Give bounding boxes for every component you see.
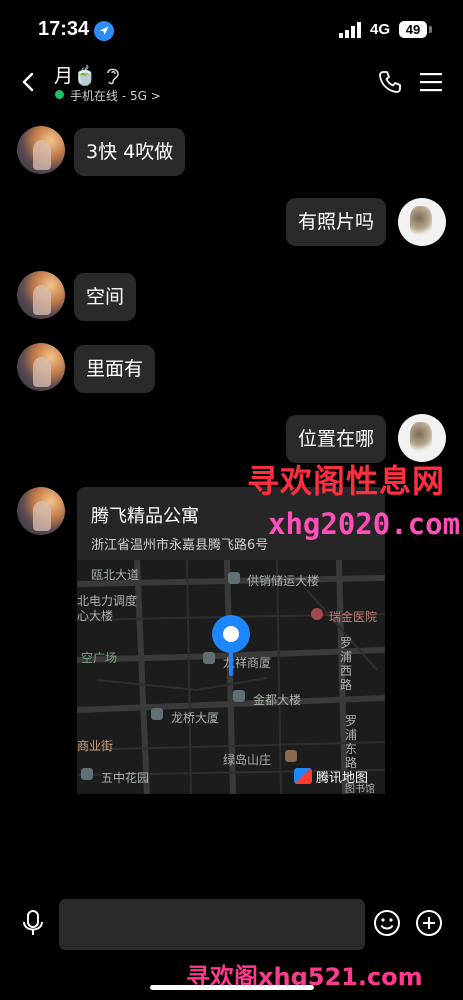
map-label: 瑞金医院 bbox=[329, 610, 378, 624]
contact-avatar[interactable] bbox=[17, 487, 65, 535]
map-label: 路 bbox=[340, 678, 353, 692]
contact-avatar[interactable] bbox=[17, 343, 65, 391]
online-status-dot bbox=[55, 90, 64, 99]
map-label: 供销储运大楼 bbox=[247, 574, 320, 588]
battery-level: 49 bbox=[405, 22, 421, 37]
contact-avatar[interactable] bbox=[17, 126, 65, 174]
signal-icon bbox=[339, 22, 363, 38]
map-poi-icon bbox=[151, 708, 163, 720]
map-pin-stem bbox=[229, 650, 233, 676]
menu-icon[interactable] bbox=[419, 71, 443, 93]
contact-avatar[interactable] bbox=[17, 271, 65, 319]
map-label: 心大楼 bbox=[77, 609, 114, 623]
hospital-icon bbox=[311, 608, 323, 620]
my-avatar[interactable] bbox=[398, 198, 446, 246]
map-label: 瓯北大道 bbox=[91, 568, 140, 582]
map-preview[interactable]: 瓯北大道 供销储运大楼 北电力调度 心大楼 瑞金医院 罗 浦 西 路 空广场 龙… bbox=[77, 560, 385, 794]
online-status-text: 手机在线 - 5G bbox=[70, 89, 147, 103]
location-arrow-icon bbox=[94, 21, 114, 41]
battery-cap bbox=[429, 26, 432, 33]
map-pin-icon bbox=[212, 615, 250, 653]
message-bubble[interactable]: 里面有 bbox=[74, 345, 156, 393]
map-provider: 腾讯地图 bbox=[316, 771, 369, 786]
map-label: 商业街 bbox=[77, 739, 114, 753]
map-poi-icon bbox=[228, 572, 240, 584]
contact-name[interactable]: 月🍵 bbox=[54, 61, 97, 88]
status-time: 17:34 bbox=[38, 18, 90, 40]
map-poi-icon bbox=[203, 652, 215, 664]
network-label: 4G bbox=[370, 21, 391, 38]
plus-icon[interactable] bbox=[415, 909, 443, 937]
back-icon[interactable] bbox=[17, 70, 41, 94]
map-label: 五中花园 bbox=[101, 771, 150, 785]
message-bubble[interactable]: 有照片吗 bbox=[286, 198, 387, 246]
phone-icon[interactable] bbox=[377, 69, 403, 95]
map-label: 龙桥大厦 bbox=[171, 711, 220, 725]
earpiece-icon bbox=[104, 65, 122, 85]
message-bubble[interactable]: 空间 bbox=[74, 273, 137, 321]
map-label: 绿岛山庄 bbox=[223, 753, 272, 767]
online-status-chevron: > bbox=[150, 89, 161, 103]
location-title: 腾飞精品公寓 bbox=[91, 506, 199, 527]
my-avatar[interactable] bbox=[398, 414, 446, 462]
online-status[interactable]: 手机在线 - 5G > bbox=[70, 87, 161, 104]
map-poi-icon bbox=[233, 690, 245, 702]
home-indicator[interactable] bbox=[150, 985, 314, 990]
map-poi-icon bbox=[285, 750, 297, 762]
watermark-text: 寻欢阁性息网 bbox=[247, 462, 446, 500]
map-label: 金都大楼 bbox=[253, 693, 302, 707]
message-bubble[interactable]: 3快 4吹做 bbox=[74, 128, 186, 176]
watermark-url: xhg2020.com bbox=[268, 507, 461, 541]
message-input[interactable] bbox=[59, 899, 365, 950]
battery-icon: 49 bbox=[399, 21, 427, 38]
microphone-icon[interactable] bbox=[20, 909, 46, 937]
tencent-map-logo-icon bbox=[294, 768, 312, 784]
emoji-icon[interactable] bbox=[373, 909, 401, 937]
map-label: 空广场 bbox=[81, 651, 118, 665]
location-address: 浙江省温州市永嘉县腾飞路6号 bbox=[91, 538, 269, 553]
map-poi-icon bbox=[81, 768, 93, 780]
